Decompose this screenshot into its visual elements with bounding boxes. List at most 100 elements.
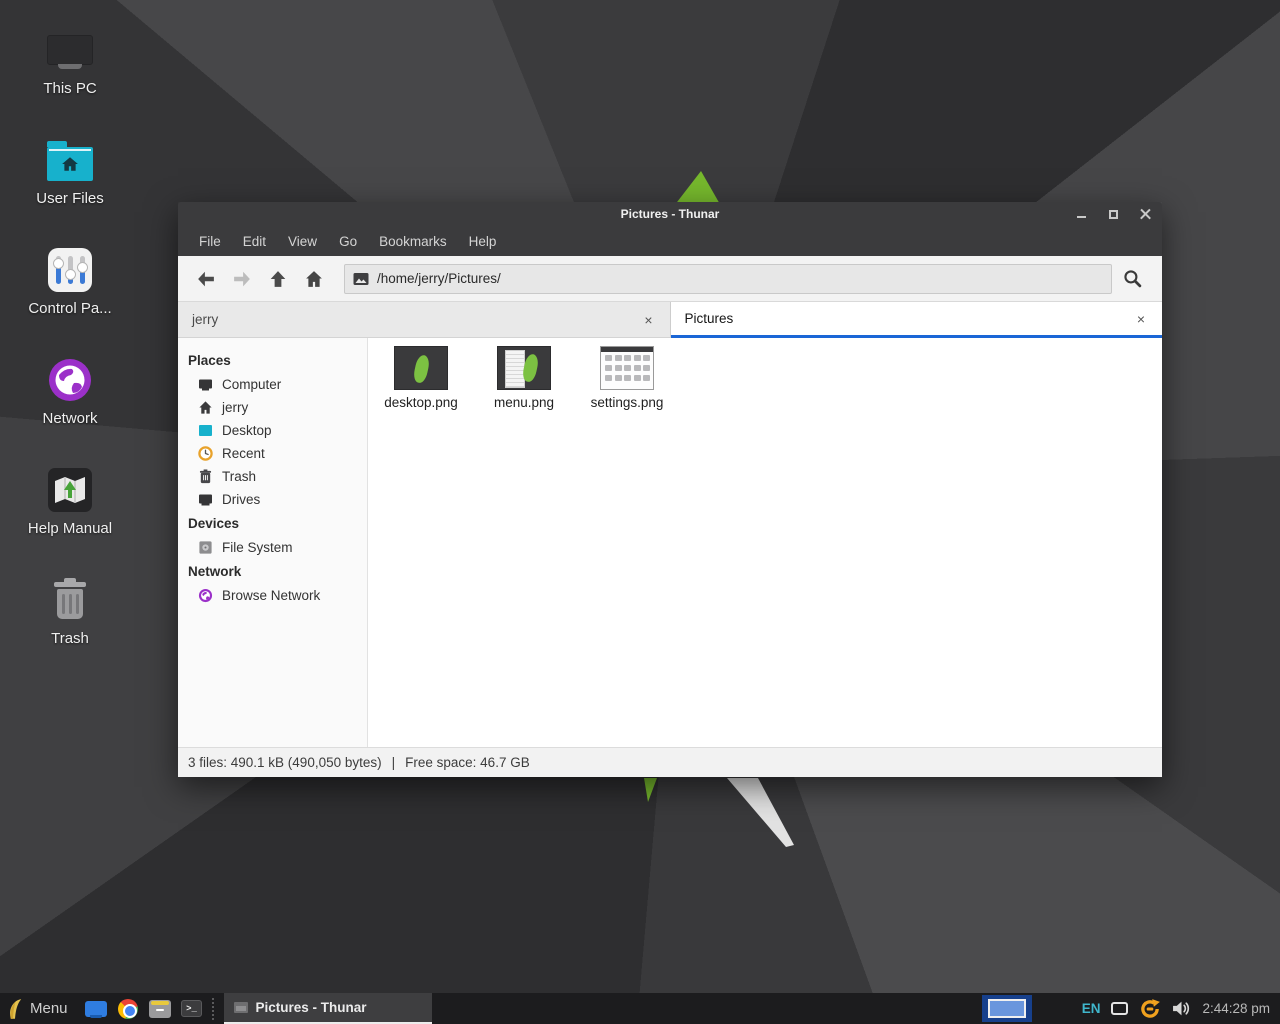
desktop-icon-control-panel[interactable]: Control Pa... bbox=[0, 245, 140, 317]
file-thumbnail bbox=[394, 346, 448, 390]
close-button[interactable] bbox=[1138, 207, 1152, 221]
home-icon bbox=[198, 400, 213, 415]
sidebar-item-desktop[interactable]: Desktop bbox=[178, 419, 367, 442]
image-icon bbox=[353, 272, 369, 286]
file-name: settings.png bbox=[579, 395, 675, 410]
forward-button[interactable] bbox=[224, 262, 260, 296]
menu-button-label[interactable]: Menu bbox=[28, 1000, 80, 1017]
feather-quill bbox=[727, 778, 794, 847]
tab-close-icon[interactable]: × bbox=[641, 312, 655, 328]
status-files-text: 3 files: 490.1 kB (490,050 bytes) bbox=[188, 755, 382, 770]
file-pane[interactable]: desktop.png menu.png settings.png bbox=[368, 338, 1162, 747]
titlebar[interactable]: Pictures - Thunar bbox=[178, 202, 1162, 226]
status-separator: | bbox=[392, 755, 396, 770]
terminal-icon: >_ bbox=[181, 1000, 202, 1017]
home-button[interactable] bbox=[296, 262, 332, 296]
file-item-desktop-png[interactable]: desktop.png bbox=[373, 346, 469, 410]
sidebar-item-label: Browse Network bbox=[222, 588, 320, 603]
distro-logo-icon bbox=[6, 998, 23, 1020]
globe-icon bbox=[0, 355, 140, 405]
clock[interactable]: 2:44:28 pm bbox=[1202, 1001, 1270, 1016]
globe-icon bbox=[198, 588, 213, 603]
sidebar-item-label: jerry bbox=[222, 400, 248, 415]
sidebar-item-browse-network[interactable]: Browse Network bbox=[178, 584, 367, 607]
hard-disk-icon bbox=[198, 540, 213, 555]
file-manager-launcher[interactable] bbox=[144, 993, 176, 1024]
file-item-settings-png[interactable]: settings.png bbox=[579, 346, 675, 410]
desktop-icon-this-pc[interactable]: This PC bbox=[0, 25, 140, 97]
desktop-icon bbox=[198, 423, 213, 438]
home-icon bbox=[305, 270, 323, 288]
desktop-icon-label: Network bbox=[0, 410, 140, 427]
tab-close-icon[interactable]: × bbox=[1134, 311, 1148, 327]
forward-arrow-icon bbox=[233, 270, 251, 288]
system-tray: EN 2:44:28 pm bbox=[1082, 998, 1280, 1020]
thunar-window: Pictures - Thunar File Edit View Go Book… bbox=[178, 202, 1162, 777]
menu-go[interactable]: Go bbox=[328, 230, 368, 253]
sidebar-item-label: Desktop bbox=[222, 423, 272, 438]
show-desktop-button[interactable] bbox=[80, 993, 112, 1024]
tab-pictures[interactable]: Pictures × bbox=[671, 302, 1163, 338]
sidebar-item-drives[interactable]: Drives bbox=[178, 488, 367, 511]
path-text: /home/jerry/Pictures/ bbox=[377, 271, 501, 286]
task-button-label: Pictures - Thunar bbox=[256, 1000, 367, 1015]
volume-icon[interactable] bbox=[1172, 1000, 1191, 1017]
sidebar-item-file-system[interactable]: File System bbox=[178, 536, 367, 559]
sidebar-item-computer[interactable]: Computer bbox=[178, 373, 367, 396]
menu-bookmarks[interactable]: Bookmarks bbox=[368, 230, 458, 253]
computer-icon bbox=[198, 377, 213, 392]
keyboard-layout-indicator[interactable]: EN bbox=[1082, 1001, 1101, 1016]
file-thumbnail bbox=[600, 346, 654, 390]
menu-view[interactable]: View bbox=[277, 230, 328, 253]
task-button-thunar[interactable]: Pictures - Thunar bbox=[224, 993, 432, 1024]
maximize-button[interactable] bbox=[1106, 207, 1120, 221]
desktop-icon-label: Help Manual bbox=[0, 520, 140, 537]
desktop-icon-label: Trash bbox=[0, 630, 140, 647]
display-settings-tray-icon[interactable] bbox=[1111, 1002, 1128, 1015]
chrome-icon bbox=[118, 999, 138, 1019]
manual-map-icon bbox=[0, 465, 140, 515]
active-workspace[interactable] bbox=[988, 999, 1026, 1018]
sidebar-item-recent[interactable]: Recent bbox=[178, 442, 367, 465]
tab-label: Pictures bbox=[685, 311, 734, 326]
up-arrow-icon bbox=[269, 270, 287, 288]
terminal-launcher[interactable]: >_ bbox=[176, 993, 208, 1024]
sliders-icon bbox=[0, 245, 140, 295]
file-item-menu-png[interactable]: menu.png bbox=[476, 346, 572, 410]
path-bar[interactable]: /home/jerry/Pictures/ bbox=[344, 264, 1112, 294]
menubar: File Edit View Go Bookmarks Help bbox=[178, 226, 1162, 256]
desktop-icon-label: This PC bbox=[0, 80, 140, 97]
chrome-launcher[interactable] bbox=[112, 993, 144, 1024]
menu-edit[interactable]: Edit bbox=[232, 230, 277, 253]
minimize-button[interactable] bbox=[1074, 207, 1088, 221]
search-button[interactable] bbox=[1112, 262, 1152, 296]
desktop-icon-help-manual[interactable]: Help Manual bbox=[0, 465, 140, 537]
toolbar: /home/jerry/Pictures/ bbox=[178, 256, 1162, 302]
clock-icon bbox=[198, 446, 213, 461]
desktop-icon-user-files[interactable]: User Files bbox=[0, 135, 140, 207]
update-manager-icon[interactable] bbox=[1139, 998, 1161, 1020]
file-name: menu.png bbox=[476, 395, 572, 410]
sidebar-item-label: Recent bbox=[222, 446, 265, 461]
menu-file[interactable]: File bbox=[188, 230, 232, 253]
tab-jerry[interactable]: jerry × bbox=[178, 302, 671, 338]
sidebar-header-network: Network bbox=[178, 559, 367, 584]
up-button[interactable] bbox=[260, 262, 296, 296]
back-button[interactable] bbox=[188, 262, 224, 296]
feather-green-sliver bbox=[644, 778, 657, 802]
desktop-icon-network[interactable]: Network bbox=[0, 355, 140, 427]
start-menu-button[interactable] bbox=[0, 993, 28, 1024]
sidebar-item-label: Computer bbox=[222, 377, 281, 392]
sidebar-item-jerry[interactable]: jerry bbox=[178, 396, 367, 419]
menu-help[interactable]: Help bbox=[458, 230, 508, 253]
panel-grip[interactable] bbox=[212, 998, 220, 1020]
trash-icon bbox=[198, 469, 213, 484]
workspace-switcher[interactable] bbox=[982, 995, 1032, 1022]
desktop-icon-trash[interactable]: Trash bbox=[0, 575, 140, 647]
sidebar-item-trash[interactable]: Trash bbox=[178, 465, 367, 488]
file-thumbnail bbox=[497, 346, 551, 390]
sidebar-header-places: Places bbox=[178, 348, 367, 373]
feather-green-tip bbox=[674, 171, 721, 206]
back-arrow-icon bbox=[197, 270, 215, 288]
status-bar: 3 files: 490.1 kB (490,050 bytes) | Free… bbox=[178, 747, 1162, 777]
